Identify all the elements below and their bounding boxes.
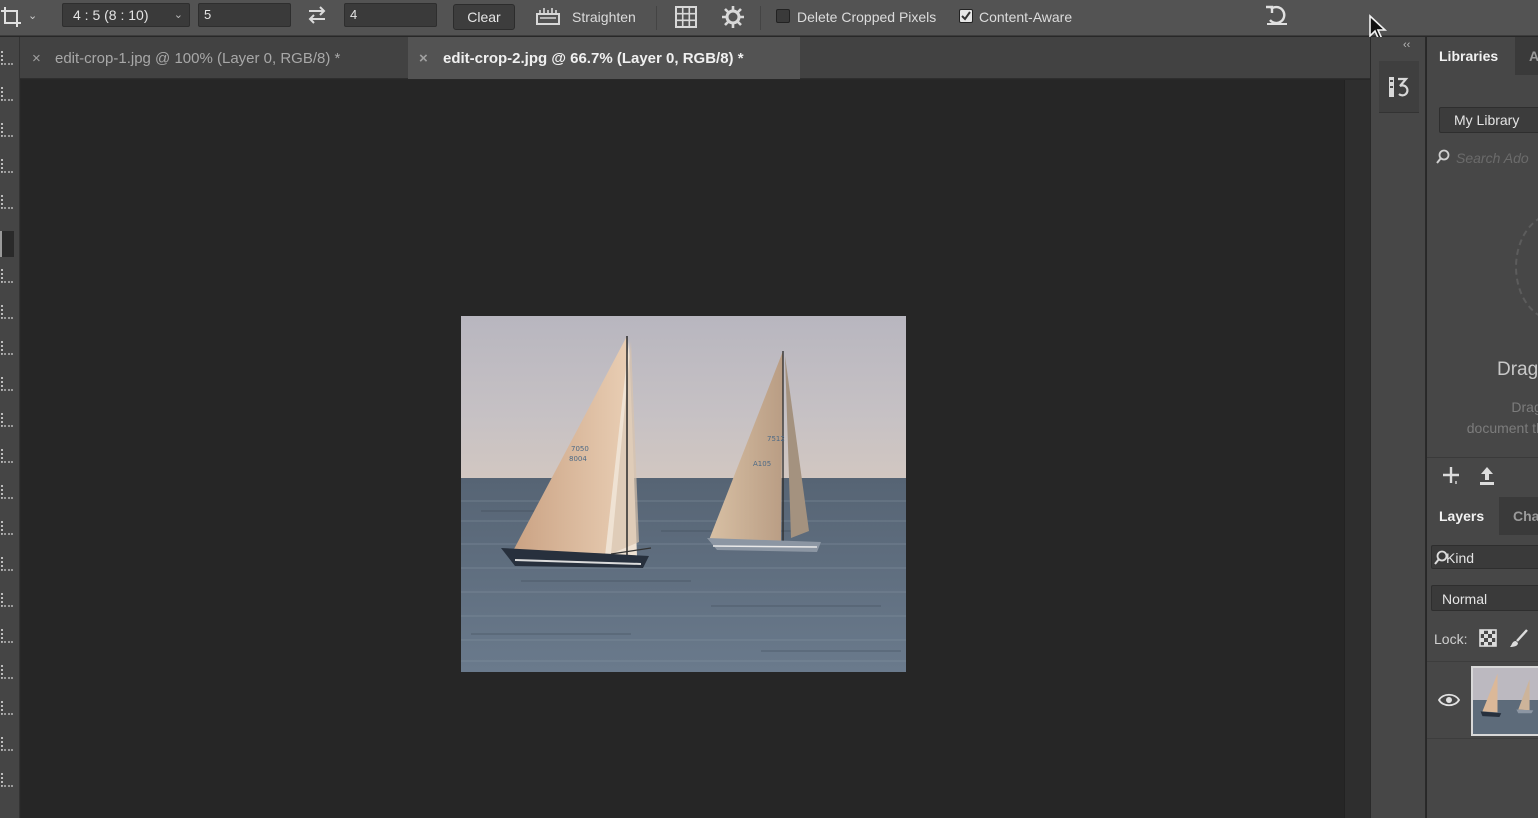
library-footer [1427, 457, 1538, 491]
history-panel-button[interactable] [1379, 61, 1419, 113]
collapse-panels-icon[interactable]: ‹‹ [1403, 39, 1410, 51]
history-brush-icon [1389, 77, 1409, 97]
library-search-input[interactable]: Search Ado [1436, 149, 1538, 171]
aspect-ratio-value: 4 : 5 (8 : 10) [73, 7, 149, 23]
collapsed-panel-dock: ‹‹ [1370, 37, 1426, 818]
tab-channels[interactable]: Cha [1501, 497, 1538, 535]
divider [760, 6, 761, 30]
photoshop-window: ⌄ 4 : 5 (8 : 10) ⌄ 5 4 Clear Straighten [0, 0, 1538, 818]
library-drop-zone-graphic [1515, 213, 1538, 321]
svg-text:A105: A105 [753, 460, 771, 468]
chevron-down-icon: ⌄ [173, 9, 183, 21]
crop-tool-button[interactable] [0, 231, 14, 257]
eraser-tool-icon[interactable] [1, 413, 13, 427]
zoom-tool-icon[interactable] [1, 737, 13, 751]
marquee-tool-icon[interactable] [1, 87, 13, 101]
upload-icon[interactable] [1477, 464, 1497, 486]
move-tool-icon[interactable] [1, 51, 13, 65]
blur-tool-icon[interactable] [1, 485, 13, 499]
right-panel-group: Libraries A My Library Search Ado Drag D… [1427, 37, 1538, 818]
gear-icon[interactable] [720, 4, 746, 30]
tab-layers[interactable]: Layers [1427, 497, 1499, 535]
eyedropper-tool-icon[interactable] [1, 195, 13, 209]
layers-panel-tabs: Layers Cha [1427, 497, 1538, 535]
visibility-eye-icon[interactable] [1438, 692, 1460, 708]
kind-label: Kind [1446, 550, 1475, 566]
library-select[interactable]: My Library [1439, 107, 1538, 133]
checkmark-icon [961, 11, 971, 21]
healing-brush-tool-icon[interactable] [1, 269, 13, 283]
crop-height-input[interactable]: 4 [344, 3, 437, 27]
layer-thumbnail[interactable] [1471, 666, 1538, 736]
pen-tool-icon[interactable] [1, 557, 13, 571]
straighten-icon[interactable] [534, 5, 562, 27]
history-brush-tool-icon[interactable] [1, 377, 13, 391]
swap-dimensions-icon[interactable] [305, 4, 329, 26]
delete-cropped-pixels-label: Delete Cropped Pixels [797, 9, 937, 25]
sailboats-image[interactable]: 7050 8004 7512 A105 [461, 316, 906, 672]
crop-width-input[interactable]: 5 [198, 3, 291, 27]
type-tool-icon[interactable] [1, 593, 13, 607]
tab-libraries[interactable]: Libraries [1427, 37, 1515, 75]
add-content-icon[interactable] [1441, 465, 1461, 485]
blend-mode-select[interactable]: Normal [1431, 585, 1538, 611]
layer-row-layer-0[interactable] [1427, 661, 1538, 739]
document-tab-title: edit-crop-1.jpg @ 100% (Layer 0, RGB/8) … [55, 50, 341, 67]
svg-text:8004: 8004 [569, 455, 587, 463]
tab-adjustments[interactable]: A [1517, 37, 1538, 75]
document-tab-bar: × edit-crop-1.jpg @ 100% (Layer 0, RGB/8… [20, 37, 1370, 79]
document-tab-2[interactable]: × edit-crop-2.jpg @ 66.7% (Layer 0, RGB/… [408, 37, 800, 79]
document-tab-title: edit-crop-2.jpg @ 66.7% (Layer 0, RGB/8)… [443, 50, 744, 67]
clone-stamp-tool-icon[interactable] [1, 341, 13, 355]
options-bar: ⌄ 4 : 5 (8 : 10) ⌄ 5 4 Clear Straighten [0, 0, 1538, 41]
divider [656, 6, 657, 30]
reset-undo-icon[interactable] [1263, 3, 1291, 29]
svg-text:7512: 7512 [767, 435, 785, 443]
document-tab-1[interactable]: × edit-crop-1.jpg @ 100% (Layer 0, RGB/8… [20, 37, 408, 79]
dodge-tool-icon[interactable] [1, 521, 13, 535]
lock-image-pixels-brush-icon[interactable] [1509, 628, 1529, 648]
close-tab-icon[interactable]: × [32, 50, 41, 67]
search-icon [1436, 149, 1450, 164]
overlay-grid-icon[interactable] [673, 4, 699, 30]
lock-label: Lock: [1434, 631, 1468, 647]
drag-instructions: Drag and document the '+' butt [1466, 399, 1538, 436]
tool-preset-chevron-down-icon[interactable]: ⌄ [28, 9, 37, 22]
lock-transparent-pixels-icon[interactable] [1479, 629, 1497, 647]
gradient-tool-icon[interactable] [1, 449, 13, 463]
aspect-ratio-select[interactable]: 4 : 5 (8 : 10) ⌄ [62, 3, 190, 27]
document-canvas[interactable]: 7050 8004 7512 A105 [21, 80, 1344, 818]
shape-tool-icon[interactable] [1, 665, 13, 679]
vertical-scrollbar[interactable] [1344, 80, 1370, 818]
crop-width-value: 5 [204, 7, 212, 22]
svg-text:7050: 7050 [571, 445, 589, 453]
tools-panel [0, 37, 20, 818]
delete-cropped-pixels-checkbox[interactable] [776, 9, 790, 23]
content-aware-label: Content-Aware [979, 9, 1073, 25]
search-icon [1434, 550, 1448, 565]
close-tab-icon[interactable]: × [419, 50, 428, 67]
quick-selection-tool-icon[interactable] [1, 159, 13, 173]
search-placeholder: Search Ado [1456, 150, 1529, 166]
clear-button[interactable]: Clear [453, 4, 515, 30]
brush-tool-icon[interactable] [1, 305, 13, 319]
hand-tool-icon[interactable] [1, 701, 13, 715]
crop-tool-icon[interactable] [0, 6, 22, 28]
lasso-tool-icon[interactable] [1, 123, 13, 137]
libraries-panel-tabs: Libraries A [1427, 37, 1538, 75]
drag-heading: Drag [1497, 359, 1538, 380]
content-aware-checkbox[interactable] [959, 9, 973, 23]
path-selection-tool-icon[interactable] [1, 629, 13, 643]
crop-height-value: 4 [350, 7, 358, 22]
layer-filter-kind-select[interactable]: Kind [1431, 545, 1538, 569]
straighten-label[interactable]: Straighten [572, 9, 636, 25]
more-tools-icon[interactable] [1, 773, 13, 787]
